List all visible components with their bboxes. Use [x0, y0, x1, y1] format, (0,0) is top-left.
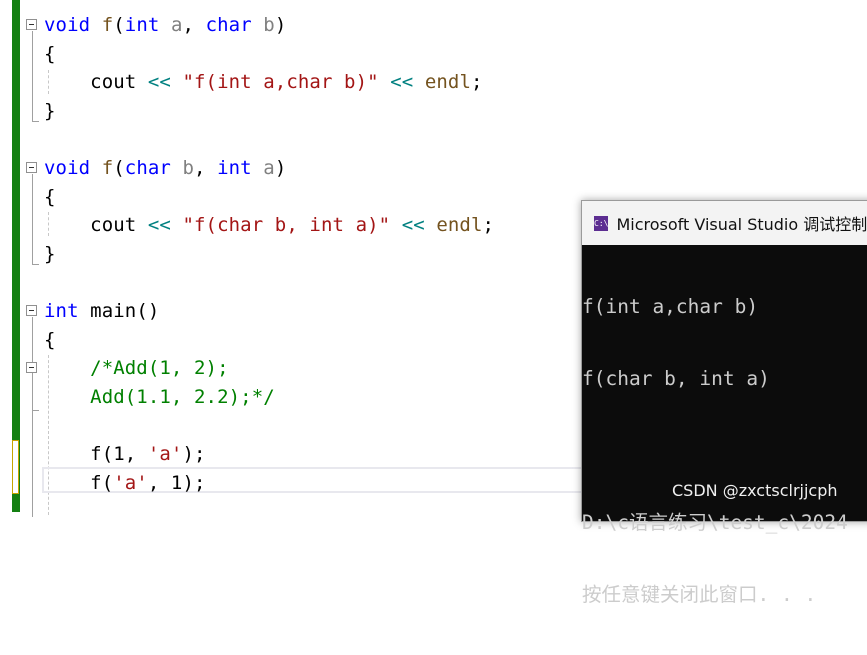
code-line[interactable]: Add(1.1, 2.2);*/ [44, 383, 275, 411]
console-line: D:\c语言练习\test_c\2024 [582, 511, 848, 534]
console-title-bar[interactable]: C:\ Microsoft Visual Studio 调试控制台 [582, 201, 867, 245]
code-line[interactable]: void f(char b, int a) [44, 154, 286, 182]
code-token: { [44, 42, 56, 65]
collapse-icon[interactable] [26, 19, 37, 30]
debug-console-window[interactable]: C:\ Microsoft Visual Studio 调试控制台 f(int … [581, 200, 867, 606]
code-line[interactable]: { [44, 183, 56, 211]
code-token: 'a' [113, 471, 148, 494]
code-token: "f(char b, int a)" [182, 214, 391, 237]
code-token: ) [274, 14, 287, 36]
fold-line [32, 174, 33, 264]
code-token: ; [482, 214, 495, 237]
code-token: endl [436, 214, 483, 237]
code-token: /*Add(1, 2); [90, 357, 229, 380]
code-token: b [251, 14, 275, 36]
code-token: << [147, 71, 171, 94]
change-tracking-bar [12, 0, 20, 512]
code-token: } [44, 242, 56, 265]
collapse-icon[interactable] [26, 305, 37, 316]
code-token: int [124, 14, 160, 36]
code-token: a [159, 14, 183, 36]
console-title: Microsoft Visual Studio 调试控制台 [616, 215, 867, 234]
code-token: } [44, 99, 56, 122]
code-line[interactable]: int main() [44, 297, 159, 325]
console-app-icon: C:\ [594, 215, 609, 231]
code-token: 'a' [147, 443, 183, 465]
collapse-icon[interactable] [26, 162, 37, 173]
code-token: << [401, 214, 425, 237]
code-token: ; [470, 71, 483, 94]
code-line[interactable]: { [44, 326, 56, 354]
console-line: f(char b, int a) [582, 367, 770, 390]
unsaved-change-marker [12, 440, 19, 494]
code-line[interactable]: f('a', 1); [44, 469, 206, 497]
code-token: char [124, 157, 171, 179]
code-token: main() [78, 300, 160, 322]
code-line[interactable]: { [44, 40, 56, 68]
code-line[interactable]: cout << "f(char b, int a)" << endl; [44, 211, 494, 239]
fold-line [32, 31, 33, 121]
code-token: endl [424, 71, 471, 94]
code-token: << [390, 71, 414, 94]
watermark: CSDN @zxctsclrjjcph [672, 481, 838, 500]
code-token: cout [44, 214, 148, 237]
code-token: void [44, 14, 91, 36]
code-token: b [170, 157, 195, 179]
code-token: , [194, 157, 218, 179]
code-token: int [44, 300, 79, 322]
code-line[interactable]: } [44, 240, 56, 268]
code-line[interactable]: f(1, 'a'); [44, 440, 206, 468]
code-token: { [44, 185, 56, 208]
fold-end [32, 264, 39, 265]
code-token: Add(1.1, 2.2);*/ [90, 385, 275, 408]
code-token: f [101, 14, 114, 36]
code-token: , 1); [147, 471, 206, 494]
code-line[interactable]: /*Add(1, 2); [44, 354, 229, 382]
code-token: cout [44, 71, 148, 94]
console-output: f(int a,char b) f(char b, int a) D:\c语言练… [582, 245, 867, 655]
code-token: ( [113, 14, 125, 36]
fold-line [32, 317, 33, 517]
collapse-icon[interactable] [26, 362, 37, 373]
code-token: ); [182, 443, 206, 465]
code-token: a [251, 157, 275, 179]
fold-end [32, 410, 39, 411]
code-token: f(1, [44, 443, 148, 465]
code-line[interactable]: void f(int a, char b) [44, 11, 286, 39]
code-token: f [101, 157, 114, 179]
fold-end [32, 121, 39, 122]
code-token: "f(int a,char b)" [182, 71, 379, 94]
code-token: f( [44, 471, 114, 494]
code-token: char [205, 14, 252, 36]
code-token: ) [274, 157, 287, 179]
code-token: { [44, 328, 56, 351]
code-line[interactable]: cout << "f(int a,char b)" << endl; [44, 68, 483, 96]
code-line[interactable]: } [44, 97, 56, 125]
code-token: ( [113, 157, 125, 179]
code-token: void [44, 157, 91, 179]
code-token: , [182, 14, 206, 36]
console-line: 按任意键关闭此窗口. . . [582, 583, 817, 606]
code-token: int [217, 157, 252, 179]
console-line: f(int a,char b) [582, 295, 759, 318]
code-token: << [147, 214, 171, 237]
